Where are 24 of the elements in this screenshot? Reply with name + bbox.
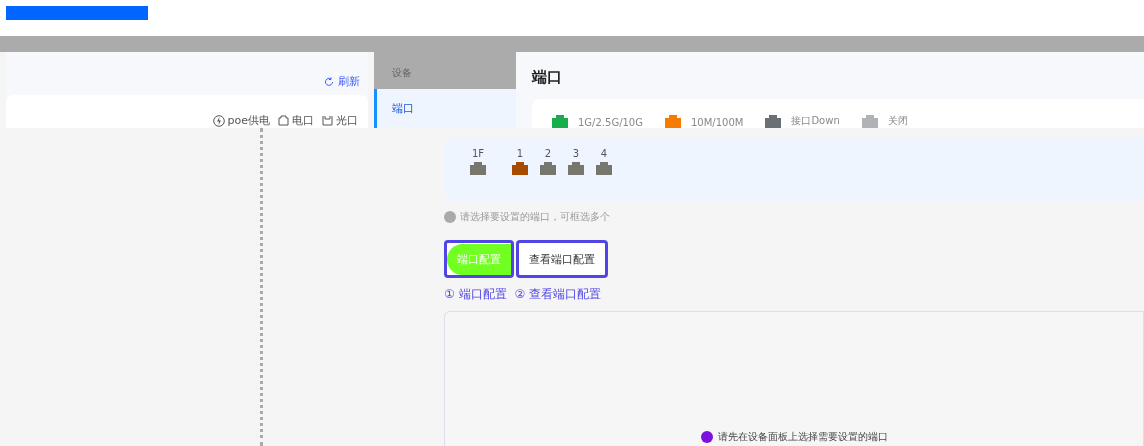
legend-label: 接口Down <box>791 114 840 128</box>
bolt-icon <box>212 114 225 127</box>
port-number: 4 <box>600 148 608 159</box>
step-label: ② 查看端口配置 <box>514 286 602 303</box>
refresh-button[interactable]: 刷新 <box>324 74 360 89</box>
port-outline-icon <box>278 115 289 126</box>
port-slot-icon <box>322 115 333 126</box>
port-number: 1F <box>471 148 485 159</box>
hint-text: 请选择要设置的端口，可框选多个 <box>460 210 610 224</box>
legend-label: 光口 <box>336 113 358 128</box>
step-label: ① 端口配置 <box>444 286 507 303</box>
legend-label: poe供电 <box>227 113 270 128</box>
legend-label: 1G/2.5G/10G <box>578 117 643 128</box>
notice-text: 请先在设备面板上选择需要设置的端口 <box>717 430 888 444</box>
page-title: 端口 <box>532 68 563 87</box>
legend-label: 电口 <box>292 113 314 128</box>
port-number: 2 <box>544 148 552 159</box>
nav-header: 设备 <box>374 52 516 89</box>
legend-label: 10M/100M <box>691 117 744 128</box>
config-tab[interactable]: 查看端口配置 <box>516 240 608 278</box>
port-number: 3 <box>572 148 580 159</box>
port-number: 1 <box>516 148 524 159</box>
refresh-icon <box>324 76 334 87</box>
legend-label: 关闭 <box>887 114 908 128</box>
